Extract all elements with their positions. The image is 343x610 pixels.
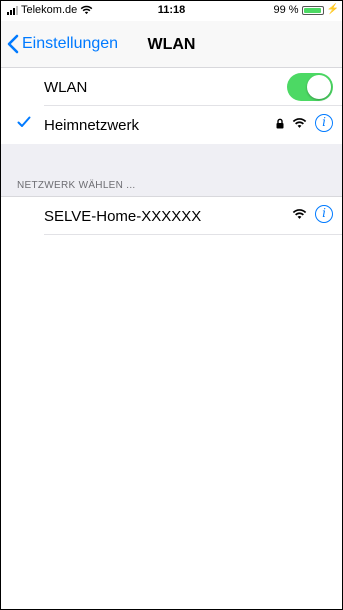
- network-row[interactable]: SELVE-Home-XXXXXX i: [1, 197, 342, 235]
- toggle-knob: [307, 75, 331, 99]
- status-bar: Telekom.de 11:18 99 % ⚡: [1, 1, 342, 21]
- wlan-toggle-switch[interactable]: [287, 73, 333, 101]
- wlan-toggle-label: WLAN: [44, 78, 88, 96]
- connected-network-icons: i: [276, 114, 333, 132]
- wlan-group: WLAN Heimnetzwerk i: [1, 68, 342, 144]
- wifi-signal-icon: [292, 209, 307, 219]
- battery-percent: 99 %: [273, 4, 299, 16]
- battery-fill: [303, 7, 322, 13]
- available-networks-group: SELVE-Home-XXXXXX i: [1, 197, 342, 235]
- connected-network-row[interactable]: Heimnetzwerk i: [1, 106, 342, 144]
- connected-network-name: Heimnetzwerk: [44, 116, 140, 134]
- checkmark-icon: [17, 116, 31, 127]
- network-icons: i: [292, 205, 333, 223]
- battery-icon: [301, 5, 324, 15]
- wlan-toggle-row: WLAN: [1, 68, 342, 106]
- network-name: SELVE-Home-XXXXXX: [44, 207, 202, 225]
- info-icon[interactable]: i: [315, 205, 333, 223]
- wifi-signal-icon: [292, 118, 307, 128]
- lock-icon: [276, 118, 284, 128]
- section-header-area: NETZWERK WÄHLEN ...: [1, 144, 342, 197]
- navigation-bar: Einstellungen WLAN: [1, 21, 342, 68]
- page-title: WLAN: [147, 36, 196, 53]
- phone-screen: Telekom.de 11:18 99 % ⚡ Einstellungen WL…: [0, 0, 343, 610]
- status-right: 99 % ⚡: [273, 4, 339, 16]
- row-divider: [44, 234, 342, 235]
- charging-bolt-icon: ⚡: [326, 4, 339, 15]
- info-icon[interactable]: i: [315, 114, 333, 132]
- section-header: NETZWERK WÄHLEN ...: [17, 180, 136, 191]
